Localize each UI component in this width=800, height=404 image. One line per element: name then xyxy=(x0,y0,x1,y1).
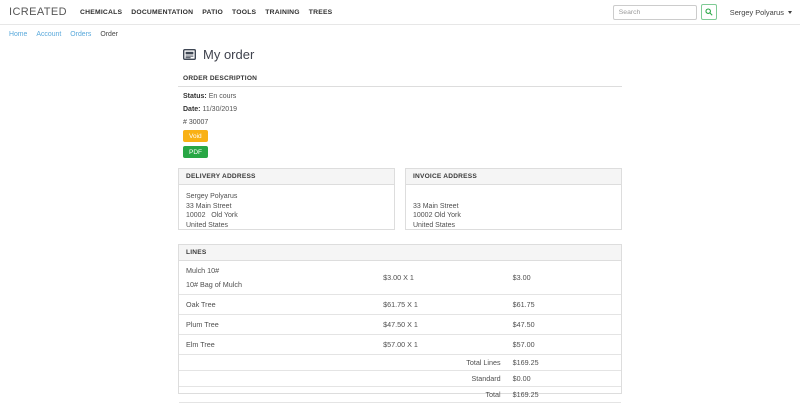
total-label: Standard xyxy=(179,370,506,386)
page-title: My order xyxy=(203,47,254,62)
total-value: $169.25 xyxy=(506,386,621,402)
status-value: En cours xyxy=(209,93,237,100)
product-name: Plum Tree xyxy=(186,320,369,329)
order-line-row: Elm Tree $57.00 X 1$57.00 xyxy=(179,334,621,354)
order-status-line: Status: En cours xyxy=(183,93,622,100)
search-icon xyxy=(705,8,713,16)
line-qty-price: $47.50 X 1 xyxy=(376,314,506,334)
line-qty-price: $57.00 X 1 xyxy=(376,334,506,354)
date-label: Date: xyxy=(183,106,201,113)
order-lines-panel: LINES Mulch 10# 10# Bag of Mulch $3.00 X 1… xyxy=(178,244,622,394)
invoice-address-body: 33 Main Street10002 Old YorkUnited State… xyxy=(406,185,621,235)
status-label: Status: xyxy=(183,93,207,100)
address-line: 33 Main Street xyxy=(186,202,387,212)
menu-item-chemicals[interactable]: CHEMICALS xyxy=(80,9,122,16)
product-description: 10# Bag of Mulch xyxy=(186,280,369,289)
chevron-down-icon xyxy=(788,11,792,14)
user-name: Sergey Polyarus xyxy=(730,8,784,17)
product-name: Mulch 10# xyxy=(186,266,369,275)
order-lines-table: Mulch 10#10# Bag of Mulch$3.00 X 1$3.00O… xyxy=(179,261,621,403)
breadcrumb-link-home[interactable]: Home xyxy=(9,31,27,38)
menu-item-tools[interactable]: TOOLS xyxy=(232,9,256,16)
addresses-row: DELIVERY ADDRESS Sergey Polyarus33 Main … xyxy=(178,168,622,230)
address-line xyxy=(413,192,614,202)
address-line: United States xyxy=(186,221,387,231)
menu-item-training[interactable]: TRAINING xyxy=(265,9,299,16)
user-menu[interactable]: Sergey Polyarus xyxy=(730,8,792,17)
total-value: $169.25 xyxy=(506,354,621,370)
order-card-icon xyxy=(183,49,196,60)
line-subtotal: $3.00 xyxy=(506,261,621,294)
address-line: 10002 Old York xyxy=(186,211,387,221)
order-line-row: Oak Tree $61.75 X 1$61.75 xyxy=(179,294,621,314)
order-line-row: Mulch 10# 10# Bag of Mulch $3.00 X 1$3.00 xyxy=(179,261,621,294)
order-description-section: ORDER DESCRIPTION Status: En cours Date:… xyxy=(178,75,622,158)
line-subtotal: $47.50 xyxy=(506,314,621,334)
delivery-address-body: Sergey Polyarus33 Main Street10002 Old Y… xyxy=(179,185,394,235)
order-number: # 30007 xyxy=(183,119,622,126)
search-input[interactable] xyxy=(613,5,697,20)
page-title-row: My order xyxy=(178,46,622,63)
total-label: Total xyxy=(179,386,506,402)
invoice-address-panel: INVOICE ADDRESS 33 Main Street10002 Old … xyxy=(405,168,622,230)
total-value: $0.00 xyxy=(506,370,621,386)
breadcrumb: Home Account Orders Order xyxy=(0,25,800,43)
order-line-row: Plum Tree $47.50 X 1$47.50 xyxy=(179,314,621,334)
date-value: 11/30/2019 xyxy=(202,106,237,113)
search-button[interactable] xyxy=(701,4,717,20)
brand-logo[interactable]: ICREATED xyxy=(9,6,67,18)
address-line: 10002 Old York xyxy=(413,211,614,221)
menu-item-documentation[interactable]: DOCUMENTATION xyxy=(131,9,193,16)
total-row: Total$169.25 xyxy=(179,386,621,402)
line-qty-price: $61.75 X 1 xyxy=(376,294,506,314)
product-name: Elm Tree xyxy=(186,340,369,349)
product-name: Oak Tree xyxy=(186,300,369,309)
breadcrumb-current: Order xyxy=(100,31,118,38)
total-row: Total Lines$169.25 xyxy=(179,354,621,370)
invoice-address-heading: INVOICE ADDRESS xyxy=(406,169,621,185)
address-line: Sergey Polyarus xyxy=(186,192,387,202)
line-qty-price: $3.00 X 1 xyxy=(376,261,506,294)
lines-heading: LINES xyxy=(179,245,621,261)
address-line: United States xyxy=(413,221,614,231)
menu-item-patio[interactable]: PATIO xyxy=(202,9,223,16)
navbar-right: Sergey Polyarus xyxy=(613,4,792,20)
order-description-heading: ORDER DESCRIPTION xyxy=(178,75,622,87)
main-menu: CHEMICALS DOCUMENTATION PATIO TOOLS TRAINING… xyxy=(80,9,332,16)
breadcrumb-link-account[interactable]: Account xyxy=(36,31,61,38)
line-subtotal: $61.75 xyxy=(506,294,621,314)
menu-item-trees[interactable]: TREES xyxy=(309,9,333,16)
order-date-line: Date: 11/30/2019 xyxy=(183,106,622,113)
page-container: My order ORDER DESCRIPTION Status: En co… xyxy=(178,46,622,404)
total-label: Total Lines xyxy=(179,354,506,370)
void-button[interactable]: Void xyxy=(183,130,208,142)
breadcrumb-link-orders[interactable]: Orders xyxy=(70,31,91,38)
pdf-button[interactable]: PDF xyxy=(183,146,208,158)
delivery-address-panel: DELIVERY ADDRESS Sergey Polyarus33 Main … xyxy=(178,168,395,230)
delivery-address-heading: DELIVERY ADDRESS xyxy=(179,169,394,185)
address-line: 33 Main Street xyxy=(413,202,614,212)
top-navbar: ICREATED CHEMICALS DOCUMENTATION PATIO TOOL… xyxy=(0,0,800,25)
line-subtotal: $57.00 xyxy=(506,334,621,354)
total-row: Standard$0.00 xyxy=(179,370,621,386)
